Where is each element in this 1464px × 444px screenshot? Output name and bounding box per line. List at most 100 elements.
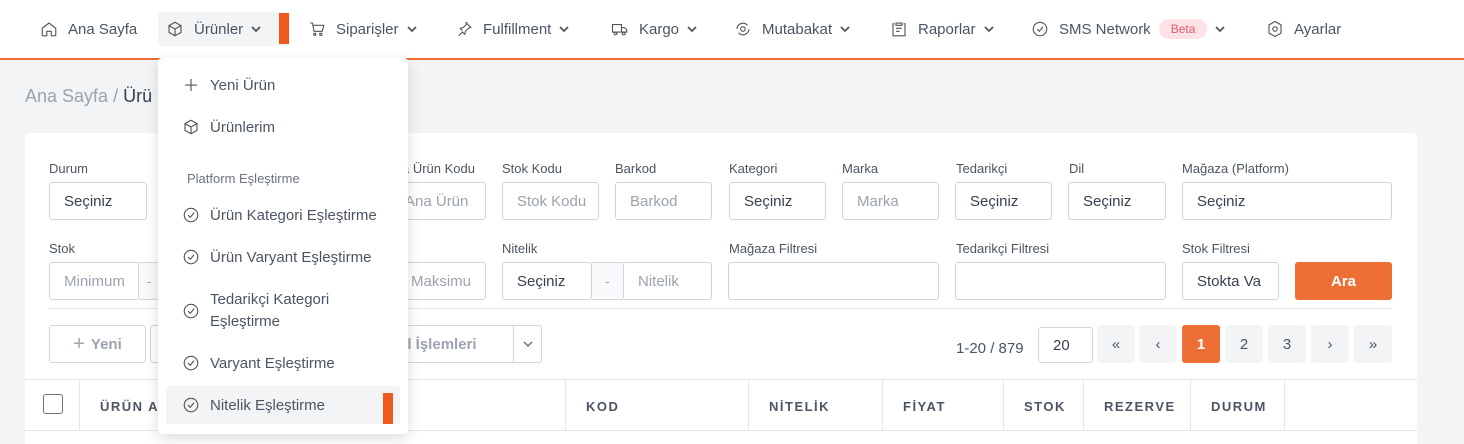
tedarikci-filtresi-select[interactable] xyxy=(955,262,1166,300)
bulk-actions-button[interactable]: el İşlemleri xyxy=(392,325,514,363)
check-circle-icon xyxy=(183,249,199,265)
sync-icon xyxy=(736,22,750,36)
dil-label: Dil xyxy=(1069,161,1085,176)
column-fiyat[interactable]: FİYAT xyxy=(882,380,1003,432)
select-all-checkbox[interactable] xyxy=(43,394,63,414)
box-icon xyxy=(168,21,182,37)
breadcrumb-current: Ürü xyxy=(123,86,153,106)
beta-badge: Beta xyxy=(1158,19,1208,39)
home-icon xyxy=(41,22,57,37)
nav-mutabakat[interactable]: Mutabakat xyxy=(726,12,858,46)
nav-ayarlar[interactable]: Ayarlar xyxy=(1258,12,1349,46)
nav-kargo-label: Kargo xyxy=(639,20,680,38)
nav-urunler-label: Ürünler xyxy=(194,20,244,38)
stok-filtresi-select[interactable]: Stokta Va xyxy=(1182,262,1279,300)
tedarikci-select[interactable]: Seçiniz xyxy=(955,182,1052,220)
page-prev-button[interactable]: ‹ xyxy=(1139,325,1177,363)
dil-select[interactable]: Seçiniz xyxy=(1068,182,1166,220)
breadcrumb-home[interactable]: Ana Sayfa xyxy=(25,86,108,106)
marka-input[interactable]: Marka xyxy=(842,182,939,220)
menu-item-tedarikci-kategori[interactable]: Tedarikçi Kategori Eşleştirme xyxy=(166,286,400,336)
barkod-input[interactable]: Barkod xyxy=(615,182,712,220)
page-button-1[interactable]: 1 xyxy=(1182,325,1220,363)
urunler-dropdown-menu: Yeni Ürün Ürünlerim Platform Eşleştirme … xyxy=(158,58,408,434)
column-durum[interactable]: DURUM xyxy=(1190,380,1284,432)
magaza-label: Mağaza (Platform) xyxy=(1182,161,1289,176)
search-button[interactable]: Ara xyxy=(1295,262,1392,300)
nav-kargo[interactable]: Kargo xyxy=(603,12,705,46)
plus-icon xyxy=(185,79,197,91)
menu-item-varyant[interactable]: Varyant Eşleştirme xyxy=(166,348,400,378)
menu-item-label: Ürünlerim xyxy=(210,118,276,136)
chevron-down-icon xyxy=(251,26,261,33)
magaza-select[interactable]: Seçiniz xyxy=(1182,182,1392,220)
pin-icon xyxy=(458,21,472,37)
gear-icon xyxy=(1268,20,1282,38)
bulk-actions-toggle[interactable] xyxy=(513,325,542,363)
column-rezerve[interactable]: REZERVE xyxy=(1083,380,1190,432)
nitelik-input[interactable]: Nitelik xyxy=(623,262,712,300)
stok-range-separator: - xyxy=(139,262,159,300)
menu-section-title: Platform Eşleştirme xyxy=(187,171,300,186)
page-size-select[interactable]: 20 xyxy=(1038,327,1093,363)
nav-urunler[interactable]: Ürünler xyxy=(158,12,290,46)
magaza-filtresi-select[interactable] xyxy=(728,262,939,300)
page-button-3[interactable]: 3 xyxy=(1268,325,1306,363)
menu-item-varyant-eslestirme[interactable]: Ürün Varyant Eşleştirme xyxy=(166,242,400,272)
nav-fulfillment-label: Fulfillment xyxy=(483,20,552,38)
stok-min-input[interactable]: Minimum xyxy=(49,262,139,300)
page-last-button[interactable]: » xyxy=(1354,325,1392,363)
stok-max-input[interactable]: Maksimu xyxy=(400,262,486,300)
chevron-down-icon xyxy=(983,26,994,33)
new-button-label: Yeni xyxy=(90,335,122,353)
highlight-marker xyxy=(279,13,289,44)
kategori-label: Kategori xyxy=(729,161,778,176)
top-nav: Ana Sayfa Ürünler Siparişler Fulfillment… xyxy=(0,0,1464,60)
magaza-filtresi-label: Mağaza Filtresi xyxy=(729,241,818,256)
column-nitelik[interactable]: NİTELİK xyxy=(748,380,882,432)
menu-item-label: Eşleştirme xyxy=(210,313,281,330)
nav-siparisler[interactable]: Siparişler xyxy=(300,12,425,46)
kategori-select[interactable]: Seçiniz xyxy=(729,182,826,220)
menu-item-urunlerim[interactable]: Ürünlerim xyxy=(166,112,400,142)
stok-kodu-input[interactable]: Stok Kodu xyxy=(502,182,599,220)
nav-fulfillment[interactable]: Fulfillment xyxy=(447,12,577,46)
nav-mutabakat-label: Mutabakat xyxy=(762,20,833,38)
menu-item-label: Tedarikçi Kategori xyxy=(210,291,330,308)
page-button-2[interactable]: 2 xyxy=(1225,325,1263,363)
chevron-down-icon xyxy=(559,26,569,33)
menu-item-label: Nitelik Eşleştirme xyxy=(210,396,326,414)
nitelik-separator: - xyxy=(592,262,623,300)
menu-item-nitelik[interactable]: Nitelik Eşleştirme xyxy=(166,386,400,424)
column-stok[interactable]: STOK xyxy=(1003,380,1083,432)
box-icon xyxy=(184,119,198,135)
chevron-down-icon xyxy=(840,26,850,33)
stok-filtresi-label: Stok Filtresi xyxy=(1182,241,1250,256)
check-circle-icon xyxy=(183,303,199,319)
column-kod[interactable]: KOD xyxy=(565,380,748,432)
page-first-button[interactable]: « xyxy=(1097,325,1135,363)
durum-select[interactable]: Seçiniz xyxy=(49,182,147,220)
chevron-down-icon xyxy=(406,26,417,33)
chevron-down-icon xyxy=(687,26,697,33)
nav-sms[interactable]: SMS Network Beta xyxy=(1023,12,1233,46)
menu-item-label: Varyant Eşleştirme xyxy=(210,354,335,372)
nitelik-label: Nitelik xyxy=(502,241,538,256)
nitelik-select[interactable]: Seçiniz xyxy=(502,262,592,300)
barkod-label: Barkod xyxy=(615,161,657,176)
clipboard-icon xyxy=(892,22,906,37)
menu-item-label: Yeni Ürün xyxy=(210,76,276,94)
menu-item-kategori-eslestirme[interactable]: Ürün Kategori Eşleştirme xyxy=(166,200,400,230)
cart-icon xyxy=(310,22,325,36)
new-button[interactable]: + Yeni xyxy=(49,325,146,363)
check-circle-icon xyxy=(183,207,199,223)
nav-raporlar[interactable]: Raporlar xyxy=(882,12,1002,46)
plus-icon: + xyxy=(73,332,85,355)
breadcrumb-separator: / xyxy=(113,86,119,106)
page-next-button[interactable]: › xyxy=(1311,325,1349,363)
menu-item-label: Ürün Kategori Eşleştirme xyxy=(210,206,377,224)
chevron-down-icon xyxy=(522,341,533,348)
nav-home[interactable]: Ana Sayfa xyxy=(32,12,145,46)
menu-item-yeni-urun[interactable]: Yeni Ürün xyxy=(166,70,400,100)
stok-kodu-label: Stok Kodu xyxy=(502,161,562,176)
